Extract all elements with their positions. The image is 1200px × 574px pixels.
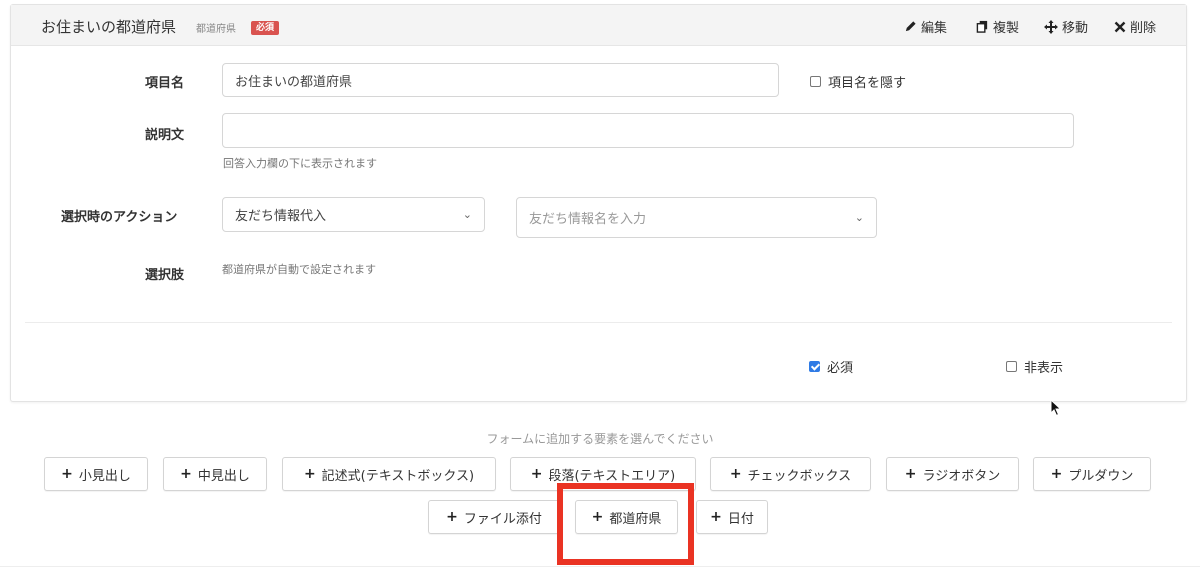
copy-icon: [976, 20, 989, 33]
palette-prompt: フォームに追加する要素を選んでください: [486, 432, 714, 446]
button-label: ファイル添付: [463, 511, 542, 527]
mouse-cursor-icon: [1050, 398, 1062, 421]
plus-icon: +: [729, 466, 742, 482]
hide-item-name-toggle[interactable]: 項目名を隠す: [810, 72, 906, 91]
item-name-input[interactable]: お住まいの都道府県: [222, 63, 779, 97]
add-date-button[interactable]: + 日付: [696, 500, 768, 534]
button-label: チェックボックス: [747, 468, 852, 484]
add-textbox-button[interactable]: + 記述式(テキストボックス): [282, 457, 496, 491]
description-input[interactable]: [222, 113, 1074, 148]
chevron-down-icon: ⌄: [462, 208, 472, 221]
hidden-label: 非表示: [1024, 361, 1064, 376]
item-name-label: 項目名: [145, 76, 185, 91]
edit-label: 編集: [921, 21, 948, 36]
friend-info-placeholder: 友だち情報名を入力: [529, 212, 647, 227]
move-button[interactable]: 移動: [1044, 17, 1088, 36]
button-label: 小見出し: [78, 468, 131, 484]
add-checkbox-button[interactable]: + チェックボックス: [710, 457, 871, 491]
add-radio-button[interactable]: + ラジオボタン: [886, 457, 1019, 491]
plus-icon: +: [1050, 466, 1063, 482]
plus-icon: +: [180, 466, 192, 482]
hidden-checkbox[interactable]: [1006, 361, 1017, 372]
add-medium-heading-button[interactable]: + 中見出し: [163, 457, 267, 491]
move-label: 移動: [1062, 21, 1089, 36]
required-label: 必須: [827, 361, 854, 376]
plus-icon: +: [530, 466, 543, 482]
delete-label: 削除: [1130, 21, 1157, 36]
add-small-heading-button[interactable]: + 小見出し: [44, 457, 148, 491]
button-label: ラジオボタン: [922, 468, 1001, 484]
copy-button[interactable]: 複製: [976, 17, 1019, 36]
hide-item-name-label: 項目名を隠す: [828, 76, 907, 91]
button-label: プルダウン: [1068, 468, 1134, 484]
plus-icon: +: [303, 466, 316, 482]
move-icon: [1044, 19, 1058, 34]
required-checkbox[interactable]: [809, 361, 820, 372]
action-label: 選択時のアクション: [61, 210, 178, 225]
plus-icon: +: [904, 466, 917, 482]
add-file-attachment-button[interactable]: + ファイル添付: [428, 500, 560, 534]
button-label: 中見出し: [197, 468, 250, 484]
friend-info-select[interactable]: 友だち情報名を入力 ⌄: [516, 197, 877, 238]
required-badge: 必須: [251, 21, 280, 35]
highlight-box: [557, 483, 694, 565]
description-label: 説明文: [145, 128, 185, 143]
close-icon: [1114, 21, 1126, 33]
hidden-toggle[interactable]: 非表示: [1006, 357, 1063, 376]
chevron-down-icon: ⌄: [854, 211, 864, 224]
button-label: 記述式(テキストボックス): [321, 468, 475, 484]
button-label: 段落(テキストエリア): [548, 468, 676, 484]
description-help: 回答入力欄の下に表示されます: [223, 157, 377, 170]
button-label: 日付: [727, 511, 754, 527]
form-item-card: お住まいの都道府県 都道府県 必須 編集 複製 移動 削除 項目名 お住まいの都…: [10, 4, 1187, 402]
copy-label: 複製: [993, 21, 1020, 36]
plus-icon: +: [446, 509, 458, 525]
plus-icon: +: [710, 509, 722, 525]
add-pulldown-button[interactable]: + プルダウン: [1033, 457, 1151, 491]
card-header: お住まいの都道府県 都道府県 必須 編集 複製 移動 削除: [11, 5, 1186, 46]
card-title: お住まいの都道府県: [41, 18, 177, 36]
action-select-value: 友だち情報代入: [235, 209, 327, 224]
action-select[interactable]: 友だち情報代入 ⌄: [222, 197, 485, 232]
edit-button[interactable]: 編集: [904, 17, 947, 36]
card-divider: [25, 322, 1172, 323]
choices-label: 選択肢: [145, 268, 185, 283]
bottom-divider: [0, 566, 1200, 567]
pencil-icon: [904, 20, 917, 33]
required-toggle[interactable]: 必須: [809, 357, 853, 376]
delete-button[interactable]: 削除: [1114, 17, 1156, 36]
item-name-value: お住まいの都道府県: [235, 74, 353, 90]
card-subtitle: 都道府県: [196, 24, 236, 35]
choices-note: 都道府県が自動で設定されます: [222, 263, 376, 276]
hide-item-name-checkbox[interactable]: [810, 76, 821, 87]
plus-icon: +: [61, 466, 73, 482]
